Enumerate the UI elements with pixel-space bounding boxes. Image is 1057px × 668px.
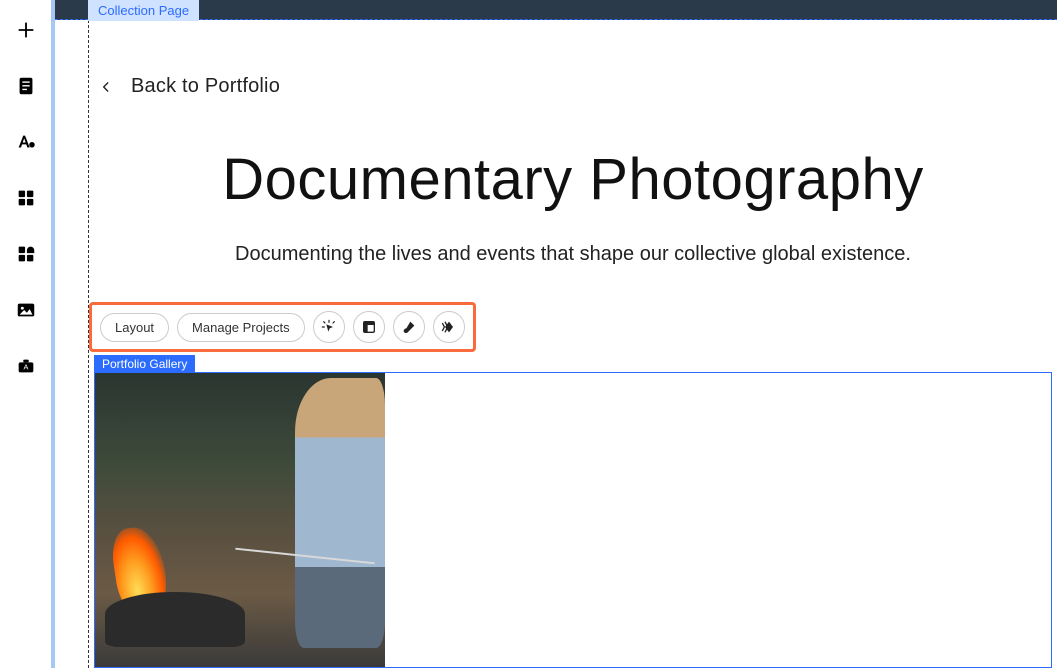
canvas: Back to Portfolio Documentary Photograph… bbox=[89, 20, 1057, 668]
brush-icon bbox=[401, 319, 417, 335]
photo-fire bbox=[105, 507, 225, 647]
gallery-thumbnail[interactable] bbox=[95, 373, 385, 667]
collection-page-label[interactable]: Collection Page bbox=[88, 0, 199, 21]
design-button[interactable] bbox=[393, 311, 425, 343]
pages-button[interactable] bbox=[14, 74, 38, 98]
panel-divider bbox=[51, 0, 55, 668]
back-link-text: Back to Portfolio bbox=[131, 75, 280, 98]
back-link[interactable]: Back to Portfolio bbox=[99, 75, 1057, 98]
svg-text:A: A bbox=[23, 363, 28, 372]
portfolio-gallery[interactable] bbox=[94, 372, 1052, 668]
apps-icon bbox=[15, 243, 37, 265]
editor-sidebar: A bbox=[0, 0, 51, 668]
text-style-icon bbox=[15, 131, 37, 153]
briefcase-icon: A bbox=[15, 355, 37, 377]
animation-icon bbox=[441, 319, 457, 335]
apps-button[interactable] bbox=[14, 242, 38, 266]
element-toolbar: Layout Manage Projects bbox=[89, 302, 476, 352]
top-bar bbox=[55, 0, 1057, 20]
page-icon bbox=[15, 75, 37, 97]
cursor-click-icon bbox=[321, 319, 337, 335]
layout-button[interactable]: Layout bbox=[100, 313, 169, 342]
portfolio-gallery-label[interactable]: Portfolio Gallery bbox=[94, 355, 195, 373]
page-subtitle[interactable]: Documenting the lives and events that sh… bbox=[89, 243, 1057, 266]
add-button[interactable] bbox=[14, 18, 38, 42]
interactions-button[interactable] bbox=[313, 311, 345, 343]
theme-button[interactable] bbox=[14, 130, 38, 154]
chevron-left-icon bbox=[99, 80, 113, 94]
grid-icon bbox=[15, 187, 37, 209]
animation-button[interactable] bbox=[433, 311, 465, 343]
business-button[interactable]: A bbox=[14, 354, 38, 378]
image-icon bbox=[15, 299, 37, 321]
media-button[interactable] bbox=[14, 298, 38, 322]
plus-icon bbox=[15, 19, 37, 41]
page-title[interactable]: Documentary Photography bbox=[89, 146, 1057, 213]
layout-icon bbox=[361, 319, 377, 335]
layout-preset-button[interactable] bbox=[353, 311, 385, 343]
photo-figure bbox=[295, 378, 385, 648]
sections-button[interactable] bbox=[14, 186, 38, 210]
manage-projects-button[interactable]: Manage Projects bbox=[177, 313, 305, 342]
